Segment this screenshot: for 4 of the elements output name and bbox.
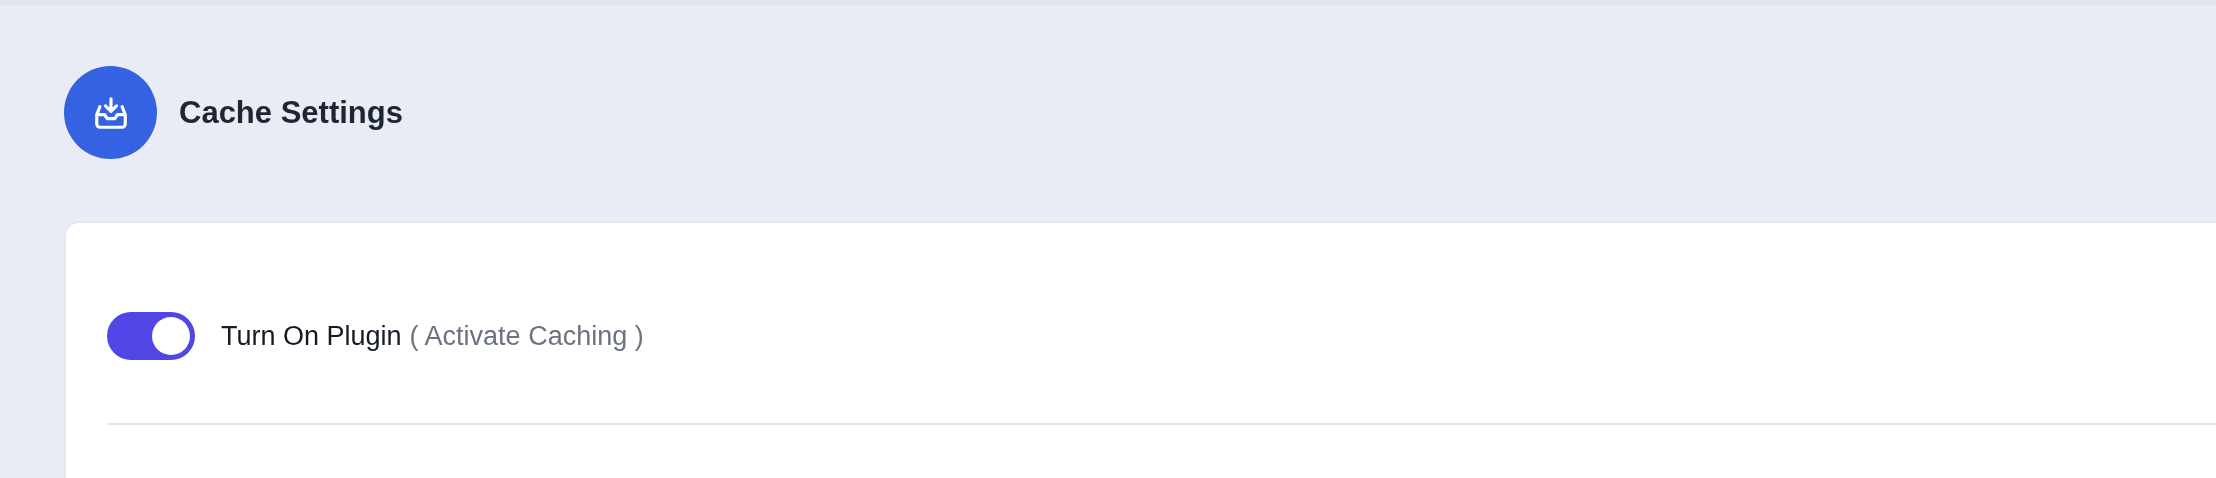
toggle-switch[interactable] — [107, 312, 195, 360]
setting-label: Turn On Plugin — [221, 319, 402, 353]
page-title: Cache Settings — [179, 94, 403, 132]
setting-hint: ( Activate Caching ) — [409, 319, 644, 353]
